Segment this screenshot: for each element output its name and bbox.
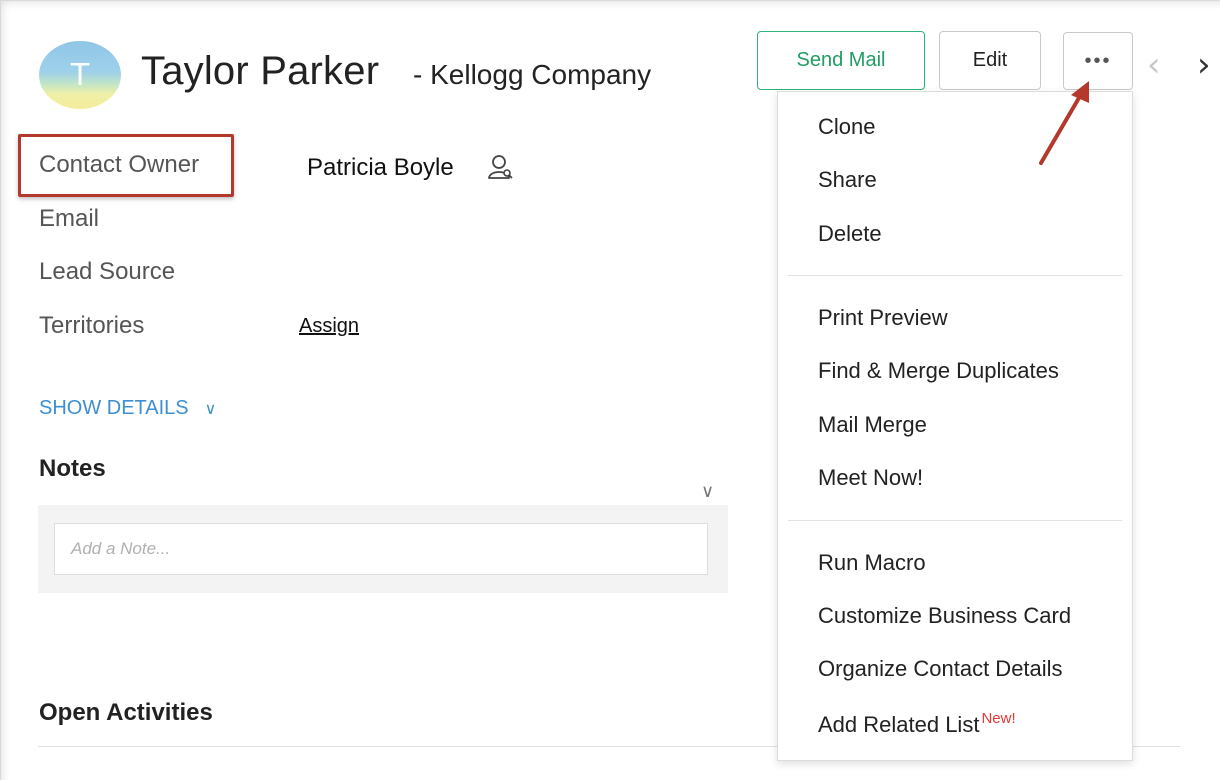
menu-item-print-preview[interactable]: Print Preview <box>818 305 948 331</box>
menu-item-label: Add Related List <box>818 712 980 737</box>
show-details-label: SHOW DETAILS <box>39 397 189 419</box>
notes-panel: Add a Note... <box>38 505 728 593</box>
send-mail-button[interactable]: Send Mail <box>757 31 925 90</box>
contact-company: - Kellogg Company <box>413 59 652 90</box>
more-actions-menu: Clone Share Delete Print Preview Find & … <box>777 91 1133 761</box>
chevron-down-icon: ∨ <box>204 401 217 418</box>
record-detail-page: T Taylor Parker - Kellogg Company Send M… <box>0 0 1220 780</box>
contact-owner-label: Contact Owner <box>39 151 200 178</box>
edit-button[interactable]: Edit <box>939 31 1041 90</box>
avatar-letter: T <box>70 57 90 93</box>
menu-item-delete[interactable]: Delete <box>818 221 882 247</box>
menu-item-find-merge-duplicates[interactable]: Find & Merge Duplicates <box>818 358 1059 384</box>
menu-item-organize-contact-details[interactable]: Organize Contact Details <box>818 656 1063 682</box>
menu-item-meet-now[interactable]: Meet Now! <box>818 465 923 491</box>
menu-separator <box>788 520 1122 521</box>
new-badge: New! <box>981 710 1016 727</box>
lead-source-label: Lead Source <box>39 258 176 285</box>
menu-item-clone[interactable]: Clone <box>818 114 875 140</box>
email-label: Email <box>39 205 100 232</box>
menu-item-share[interactable]: Share <box>818 167 877 193</box>
contact-owner-value[interactable]: Patricia Boyle <box>307 154 454 182</box>
contact-name: Taylor Parker <box>141 49 380 93</box>
menu-item-mail-merge[interactable]: Mail Merge <box>818 412 927 438</box>
show-details-toggle[interactable]: SHOW DETAILS ∨ <box>39 397 216 420</box>
add-note-input[interactable]: Add a Note... <box>54 523 708 575</box>
assign-territory-link[interactable]: Assign <box>299 315 359 338</box>
territories-label: Territories <box>39 312 145 339</box>
contact-avatar[interactable]: T <box>39 41 121 109</box>
menu-separator <box>788 275 1122 276</box>
menu-item-run-macro[interactable]: Run Macro <box>818 550 926 576</box>
previous-record-icon[interactable]: ‹ <box>1147 45 1161 85</box>
notes-collapse-chevron-icon[interactable]: ∨ <box>701 481 714 502</box>
menu-item-add-related-list[interactable]: Add Related List New! <box>818 710 1016 738</box>
user-lookup-icon[interactable] <box>487 153 515 181</box>
notes-title: Notes <box>39 455 106 482</box>
open-activities-title: Open Activities <box>39 699 213 726</box>
menu-item-customize-business-card[interactable]: Customize Business Card <box>818 603 1071 629</box>
annotation-arrow-icon <box>1039 81 1089 165</box>
next-record-icon[interactable]: › <box>1197 45 1211 85</box>
